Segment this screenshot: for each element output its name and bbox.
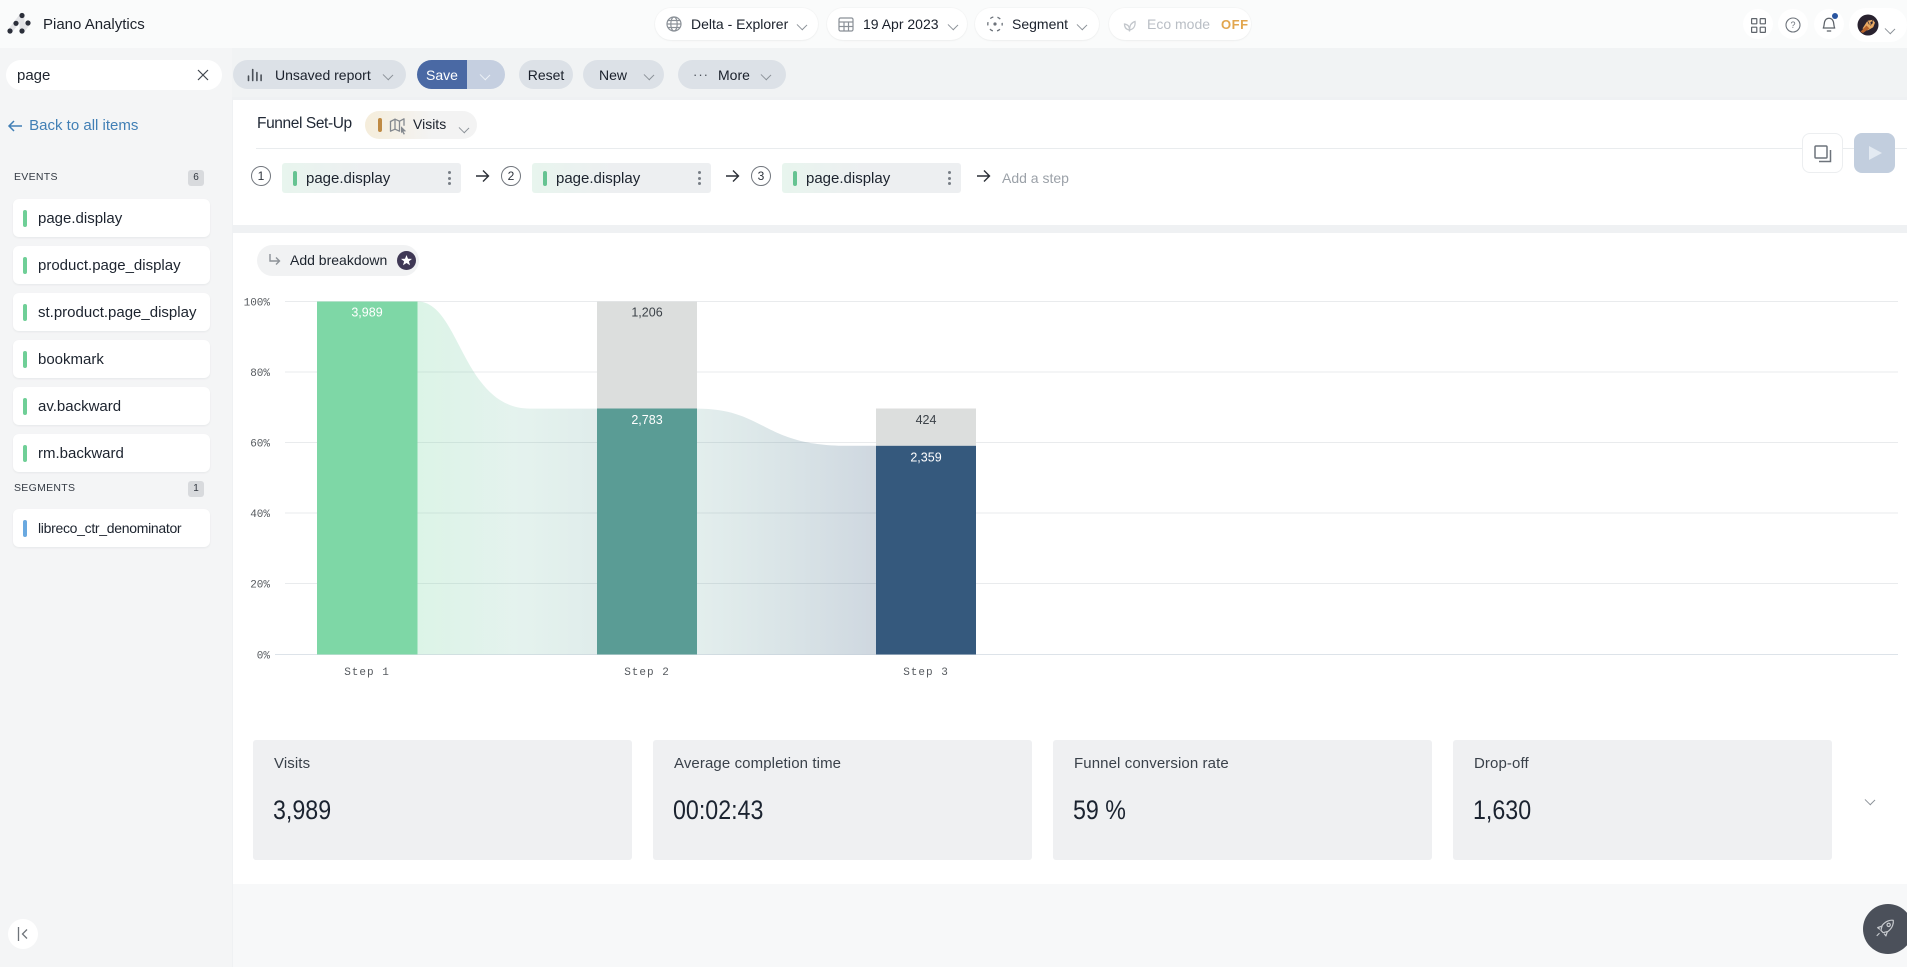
svg-text:?: ? bbox=[1790, 20, 1795, 30]
svg-text:40%: 40% bbox=[250, 509, 270, 521]
svg-text:Step 1: Step 1 bbox=[344, 667, 390, 679]
svg-text:Step 3: Step 3 bbox=[903, 667, 949, 679]
svg-text:0%: 0% bbox=[257, 651, 271, 663]
svg-text:1,206: 1,206 bbox=[631, 306, 662, 320]
svg-text:2,783: 2,783 bbox=[631, 413, 662, 427]
svg-text:Step 2: Step 2 bbox=[624, 667, 670, 679]
svg-text:424: 424 bbox=[916, 413, 937, 427]
svg-text:100%: 100% bbox=[244, 298, 271, 310]
svg-text:60%: 60% bbox=[250, 439, 270, 451]
svg-text:3,989: 3,989 bbox=[351, 306, 382, 320]
svg-text:20%: 20% bbox=[250, 580, 270, 592]
svg-text:2,359: 2,359 bbox=[910, 451, 941, 465]
svg-text:80%: 80% bbox=[250, 368, 270, 380]
